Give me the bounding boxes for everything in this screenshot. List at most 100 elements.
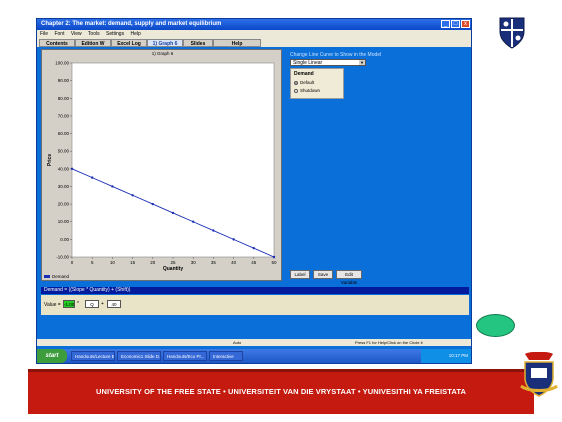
curve-type-value: Single Linear [293,60,323,66]
menu-settings[interactable]: Settings [106,31,124,37]
y-axis-label: Price [47,154,53,166]
legend-swatch-demand [44,275,50,279]
x-axis-label: Quantity [163,266,183,272]
data-point-demand [131,194,134,197]
x-tick-label: 45 [251,260,257,265]
plot-area [71,62,275,258]
edit-variable-button[interactable]: Edit Variable [336,270,362,285]
tab-excel-log[interactable]: Excel Log [111,39,147,47]
x-tick-label: 40 [231,260,237,265]
footer-text: UNIVERSITY OF THE FREE STATE • UNIVERSIT… [96,387,466,396]
close-button[interactable]: x [461,20,470,28]
data-point-demand [252,246,255,250]
save-button[interactable]: Save [313,270,333,279]
taskbar-item-1[interactable]: Handouts/Lecture Eco... [71,351,115,361]
data-point-demand [272,255,276,259]
taskbar-item-3[interactable]: Handouts/Eco Pr... [163,351,207,361]
y-tick-label: 40.00 [58,166,70,171]
x-tick-label: 10 [110,260,116,265]
chart-legend: Demand [44,274,104,280]
radio-unselected-icon[interactable] [294,88,298,93]
app-window: Chapter 2: The market: demand, supply an… [36,18,472,364]
tab-slides[interactable]: Slides [183,39,213,47]
taskbar-item-4[interactable]: Interactive [209,351,243,361]
radio-shutdown[interactable]: Shutdown [294,88,320,93]
menu-tools[interactable]: Tools [88,31,100,37]
taskbar: start Handouts/Lecture Eco... Economic1 … [37,349,471,363]
data-point-demand [70,167,74,171]
y-tick-label: 100.00 [55,61,69,66]
y-tick-label: 0.00 [60,237,69,242]
demand-chart: 100.0090.0080.0070.0060.0050.0040.0030.0… [47,61,277,273]
status-center: Auto [233,340,242,345]
curve-selector-label: Change Line Curve to Show in the Model [290,52,382,58]
graph-title: 1) Graph 6 [151,51,174,56]
start-button[interactable]: start [37,349,67,363]
value-label: Value = [44,302,61,308]
tab-graph[interactable]: 1) Graph 6 [147,39,183,47]
x-tick-label: 50 [271,260,277,265]
y-tick-label: 10.00 [58,219,70,224]
y-tick-label: 50.00 [58,149,70,154]
x-tick-label: 20 [150,260,156,265]
status-right: Press F1 for Help/Click on the Circle it [355,340,423,345]
legend-label-demand: Demand [52,274,70,279]
taskbar-item-2[interactable]: Economic1 Slide D... [117,351,161,361]
tab-help[interactable]: Help [213,39,261,47]
x-tick-label: 25 [170,260,176,265]
chevron-down-icon[interactable]: ▼ [359,60,365,65]
slope-input[interactable]: -1.00 [63,300,75,308]
tab-bar: Contents Edition W Excel Log 1) Graph 6 … [37,38,471,47]
y-tick-label: 70.00 [58,113,70,118]
menu-file[interactable]: File [40,31,48,37]
graph-panel: 1) Graph 6 100.00 90.00 80.00 70.00 60.00 50.… [41,49,282,281]
demand-group-title: Demand [294,71,314,77]
maximize-button[interactable]: □ [451,20,460,28]
data-point-demand [111,185,114,188]
plus-symbol: + [101,301,104,307]
green-oval-shape [476,314,515,337]
quantity-field: Q [85,300,99,308]
y-tick-label: -10.00 [56,255,69,260]
x-tick-label: 15 [130,260,136,265]
university-coat-of-arms-icon [520,352,558,397]
radio-default-label: Default [300,80,315,85]
data-point-demand [232,238,235,241]
x-tick-label: 0 [71,260,74,265]
y-tick-label: 30.00 [58,184,70,189]
curve-type-select[interactable]: Single Linear ▼ [290,59,366,66]
equation-bar: Demand = ((Slope * Quantity) + (Shift)) [41,287,469,294]
y-tick-label: 60.00 [58,131,70,136]
radio-selected-icon[interactable] [294,80,298,85]
tab-contents[interactable]: Contents [39,39,75,47]
y-tick-label: 20.00 [58,202,70,207]
menu-bar: File Font View Tools Settings Help [37,30,471,38]
university-crest-icon [499,17,525,49]
equation-values-panel: Value = -1.00 * Q + 40 [41,295,469,315]
window-title: Chapter 2: The market: demand, supply an… [41,21,222,27]
menu-view[interactable]: View [71,31,82,37]
label-button[interactable]: Label [290,270,310,279]
radio-default[interactable]: Default [294,80,314,85]
y-tick-label: 90.00 [58,78,70,83]
window-titlebar: Chapter 2: The market: demand, supply an… [37,19,471,30]
x-tick-label: 35 [211,260,217,265]
tab-edition[interactable]: Edition W [75,39,111,47]
footer-banner: UNIVERSITY OF THE FREE STATE • UNIVERSIT… [28,369,534,414]
shift-input[interactable]: 40 [107,300,121,308]
x-tick-label: 5 [91,260,94,265]
data-point-demand [151,202,154,206]
data-point-demand [212,229,215,232]
data-point-demand [192,220,195,223]
radio-shutdown-label: Shutdown [300,88,321,93]
data-point-demand [171,211,175,215]
menu-help[interactable]: Help [130,31,140,37]
system-tray: 10:17 PM [421,349,471,363]
status-bar: Auto Press F1 for Help/Click on the Circ… [37,339,471,346]
data-point-demand [91,176,94,179]
x-tick-label: 30 [191,260,197,265]
multiply-symbol: * [77,301,79,307]
y-tick-label: 80.00 [58,96,70,101]
minimize-button[interactable]: _ [441,20,450,28]
menu-font[interactable]: Font [54,31,64,37]
